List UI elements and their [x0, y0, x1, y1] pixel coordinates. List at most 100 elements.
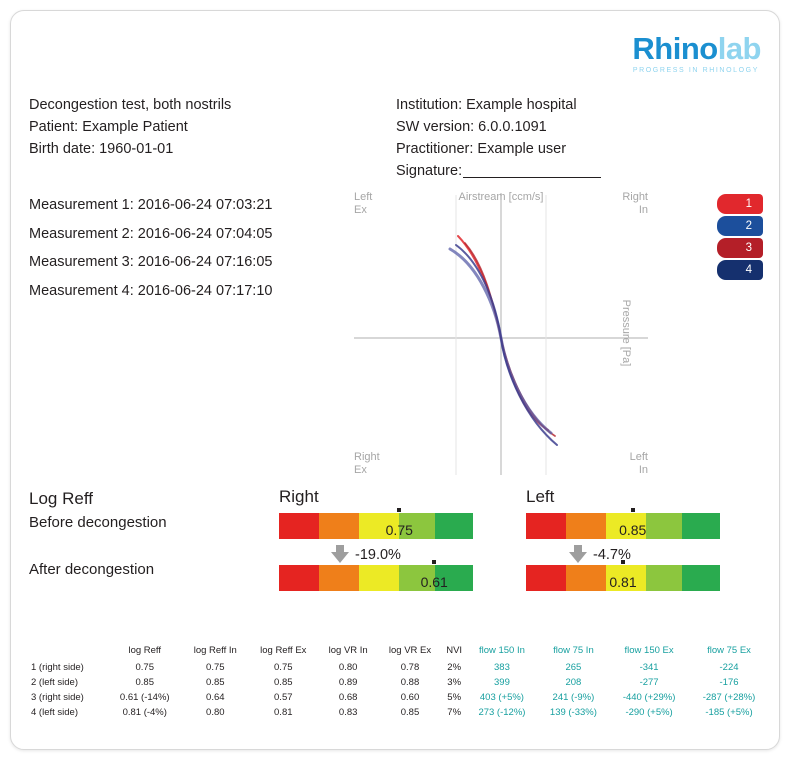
arrow-down-icon [331, 544, 349, 563]
chart-axis-label-x: Airstream [ccm/s] [458, 191, 544, 203]
test-title: Decongestion test, both nostrils [29, 97, 232, 113]
cell: 139 (-33%) [549, 707, 597, 718]
chart-label-text: In [638, 204, 648, 216]
cell: 265 [565, 662, 582, 673]
legend-item-2[interactable]: 2 [717, 216, 763, 236]
col-header [29, 643, 107, 660]
row-label: 4 (left side) [31, 707, 78, 718]
col-header: log VR Ex [388, 645, 432, 656]
report-page: Rhinolab PROGRESS IN RHINOLOGY Decongest… [10, 10, 780, 750]
legend-label: 3 [745, 242, 752, 254]
cell: 0.60 [400, 692, 420, 703]
cell: 399 [494, 677, 510, 688]
practitioner: Practitioner: Example user [396, 141, 567, 157]
signature-label: Signature: [396, 163, 463, 179]
col-header: flow 75 In [553, 645, 594, 656]
col-header: log Reff Ex [260, 645, 307, 656]
log-reff-title: Log Reff [29, 489, 93, 508]
chart-label-text: Left [629, 451, 648, 463]
chart-axis-label-y: Pressure [Pa] [620, 299, 633, 367]
cell: 0.80 [206, 707, 225, 718]
col-header: log Reff In [193, 645, 237, 656]
chart-label-bottom-left: Right Ex [354, 451, 380, 477]
chart-legend: 1 2 3 4 [717, 194, 763, 282]
cell: 5% [447, 692, 462, 703]
cell: 208 [565, 677, 582, 688]
cell: 0.85 [135, 677, 154, 688]
after-decongestion-label: After decongestion [29, 561, 155, 578]
table-row: 4 (left side) 0.81 (-4%) 0.80 0.81 0.83 … [29, 705, 769, 720]
right-after-bar-group: 0.61 [279, 560, 473, 591]
table-row: 3 (right side) 0.61 (-14%) 0.64 0.57 0.6… [29, 690, 769, 705]
logo-tagline: PROGRESS IN RHINOLOGY [632, 67, 759, 74]
cell: -176 [719, 677, 739, 688]
cell: 0.75 [274, 662, 293, 673]
chart-svg [354, 193, 648, 475]
row-label: 1 (right side) [31, 662, 84, 673]
cell: 0.75 [135, 662, 154, 673]
legend-label: 2 [745, 220, 752, 232]
right-before-scale-bar[interactable]: 0.75 [279, 508, 473, 539]
cell: 241 (-9%) [552, 692, 595, 703]
legend-label: 4 [745, 264, 752, 276]
cell: -277 [639, 677, 659, 688]
logo-text-rhino: Rhino [632, 31, 718, 66]
cell: -290 (+5%) [625, 707, 673, 718]
chart-label-text: Right [622, 191, 648, 203]
right-after-scale-bar[interactable]: 0.61 [279, 560, 473, 591]
left-before-scale-bar[interactable]: 0.85 [526, 508, 720, 539]
chart-label-text: Left [354, 191, 373, 203]
institution-info-block: Institution: Example hospital SW version… [396, 94, 602, 182]
col-header: log VR In [328, 645, 368, 656]
birth-date: Birth date: 1960-01-01 [29, 141, 174, 157]
legend-item-3[interactable]: 3 [717, 238, 763, 258]
patient-name: Patient: Example Patient [29, 119, 188, 135]
right-after-marker [432, 560, 437, 564]
measurement-item: Measurement 4: 2016-06-24 07:17:10 [29, 282, 273, 299]
left-after-bar-group: 0.81 [526, 560, 720, 591]
chart-label-top-right: Right In [622, 191, 648, 217]
cell: 0.85 [206, 677, 225, 688]
rhinomanometry-chart: Left Ex Airstream [ccm/s] Right In Right… [346, 183, 656, 483]
legend-item-4[interactable]: 4 [717, 260, 763, 280]
measurement-item: Measurement 1: 2016-06-24 07:03:21 [29, 197, 273, 213]
arrow-down-icon [569, 544, 587, 563]
cell: -287 (+28%) [702, 692, 756, 703]
cell: -185 (+5%) [705, 707, 753, 718]
cell: 0.85 [274, 677, 293, 688]
table-row: 1 (right side) 0.75 0.75 0.75 0.80 0.78 … [29, 660, 769, 675]
results-table-container: log Reff log Reff In log Reff Ex log VR … [29, 643, 769, 720]
cell: 0.80 [338, 662, 358, 673]
right-after-value: 0.61 [420, 574, 448, 590]
left-delta-value: -4.7% [593, 547, 631, 563]
left-before-bar-group: 0.85 [526, 508, 720, 539]
signature-row: Signature: [396, 160, 602, 182]
cell: -224 [719, 662, 739, 673]
right-delta-value: -19.0% [355, 547, 401, 563]
row-label: 2 (left side) [31, 677, 78, 688]
chart-series-4 [455, 244, 558, 446]
right-before-marker [397, 508, 402, 512]
cell: 273 (-12%) [478, 707, 526, 718]
row-label: 3 (right side) [31, 692, 84, 703]
chart-label-bottom-right: Left In [630, 451, 648, 477]
chart-label-text: Right [354, 451, 380, 463]
left-after-scale-bar[interactable]: 0.81 [526, 560, 720, 591]
cell: 0.61 (-14%) [119, 692, 170, 703]
right-before-value: 0.75 [385, 522, 413, 538]
chart-label-text: In [638, 464, 648, 476]
chart-label-text: Ex [354, 204, 367, 216]
cell: 0.89 [338, 677, 358, 688]
legend-item-1[interactable]: 1 [717, 194, 763, 214]
sw-version: SW version: 6.0.0.1091 [396, 119, 547, 135]
left-after-value: 0.81 [609, 574, 637, 590]
right-side-heading: Right [279, 487, 319, 506]
signature-line[interactable] [463, 177, 602, 178]
measurement-item: Measurement 2: 2016-06-24 07:04:05 [29, 225, 273, 242]
chart-label-text: Ex [354, 464, 367, 476]
left-before-marker [630, 508, 635, 512]
table-row: 2 (left side) 0.85 0.85 0.85 0.89 0.88 3… [29, 675, 769, 690]
logo-text-lab: lab [717, 31, 762, 66]
cell: 0.88 [400, 677, 420, 688]
col-header: flow 150 In [478, 645, 525, 656]
